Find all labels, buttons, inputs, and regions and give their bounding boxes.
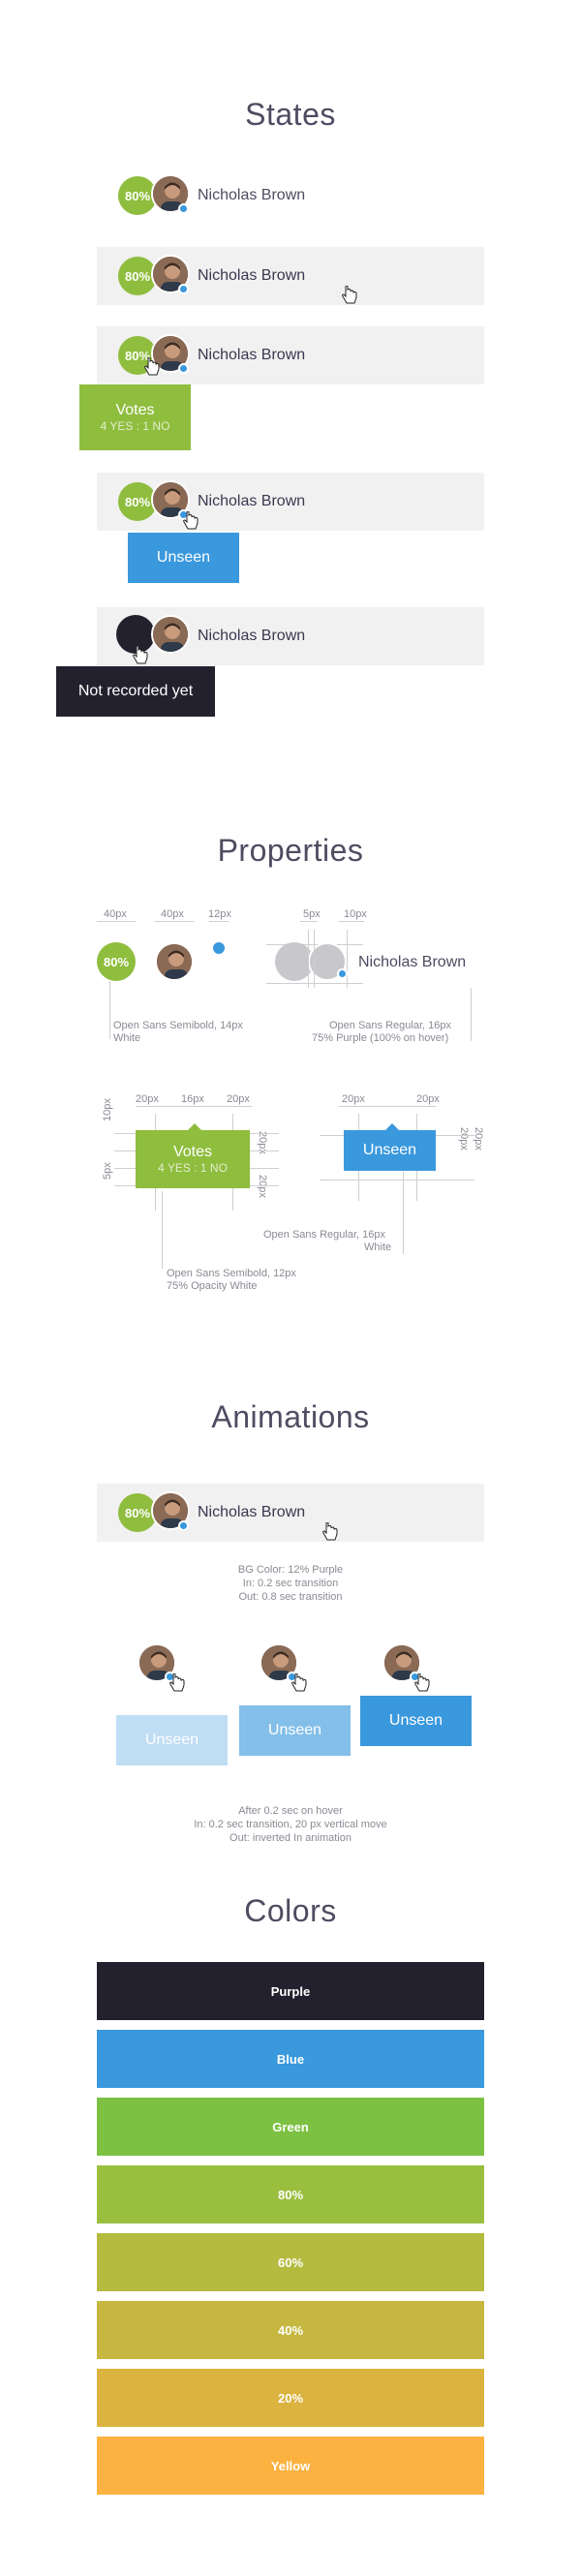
state-hover-row[interactable]: 80% Nicholas Brown: [97, 247, 484, 305]
dim-label: 10px: [344, 908, 367, 920]
unseen-font-note-2: White: [364, 1242, 392, 1253]
hand-cursor-icon: [291, 1673, 307, 1692]
votes-tooltip-title: Votes: [115, 402, 155, 418]
color-swatch-blue: Blue: [97, 2030, 484, 2088]
votes-tooltip: Votes 4 YES : 1 NO: [79, 384, 191, 450]
animations-heading: Animations: [211, 1399, 370, 1434]
unseen-tooltip-spec: Unseen: [344, 1130, 436, 1171]
status-dot-spec: [213, 942, 225, 954]
votes-tooltip-detail: 4 YES : 1 NO: [158, 1161, 228, 1175]
color-swatch-purple: Purple: [97, 1962, 484, 2020]
animation-note: In: 0.2 sec transition, 20 px vertical m…: [194, 1819, 387, 1830]
status-dot: [178, 1520, 189, 1531]
hand-cursor-icon: [322, 1522, 338, 1541]
dim-label: 40px: [104, 908, 127, 920]
state-unseen-row[interactable]: 80% Nicholas Brown: [97, 473, 484, 531]
pct-font-note: Open Sans Semibold, 14px: [113, 1020, 243, 1031]
animation-note: BG Color: 12% Purple: [237, 1564, 344, 1576]
user-name: Nicholas Brown: [198, 187, 306, 203]
dim-label: 16px: [181, 1093, 204, 1105]
hand-cursor-icon: [133, 646, 148, 664]
unseen-tooltip-label: Unseen: [144, 1732, 199, 1748]
pct-font-note-2: White: [113, 1032, 141, 1044]
votes-tooltip-detail: 4 YES : 1 NO: [100, 419, 170, 433]
tip-font-note-2: 75% Opacity White: [167, 1280, 258, 1292]
unseen-tooltip: Unseen: [128, 533, 239, 583]
dim-label: 10px: [102, 1098, 113, 1121]
user-name: Nicholas Brown: [198, 493, 306, 509]
animation-note: Out: 0.8 sec transition: [238, 1591, 343, 1603]
hand-cursor-icon: [144, 357, 160, 376]
tip-font-note: Open Sans Semibold, 12px: [167, 1268, 296, 1279]
user-name: Nicholas Brown: [198, 628, 306, 644]
dim-label: 20px: [342, 1093, 365, 1105]
unseen-tooltip-label: Unseen: [388, 1712, 443, 1729]
votes-tooltip-spec: Votes 4 YES : 1 NO: [136, 1130, 250, 1188]
hand-cursor-icon: [342, 286, 357, 304]
unseen-tooltip-frame-2: Unseen: [239, 1705, 351, 1756]
properties-heading: Properties: [217, 833, 364, 868]
animation-row[interactable]: 80% Nicholas Brown: [97, 1484, 484, 1542]
dim-label: 20px: [416, 1093, 440, 1105]
color-swatch-green: Green: [97, 2098, 484, 2156]
dim-label: 40px: [161, 908, 184, 920]
unseen-tooltip-label: Unseen: [156, 549, 211, 566]
color-swatch-60: 60%: [97, 2233, 484, 2291]
dim-label: 12px: [208, 908, 231, 920]
percent-badge-spec: 80%: [97, 942, 136, 981]
not-recorded-tooltip: Not recorded yet: [56, 666, 215, 717]
avatar: [151, 615, 190, 654]
dim-label: 20px: [227, 1093, 250, 1105]
dim-label: 20px: [136, 1093, 159, 1105]
color-swatch-20: 20%: [97, 2369, 484, 2427]
status-dot: [178, 363, 189, 374]
animation-note: Out: inverted In animation: [229, 1832, 352, 1844]
status-dot: [178, 203, 189, 214]
colors-heading: Colors: [244, 1893, 337, 1928]
dim-label: 5px: [102, 1162, 113, 1180]
unseen-tooltip-frame-1: Unseen: [116, 1715, 228, 1765]
dim-label: 20px: [458, 1127, 470, 1150]
user-name: Nicholas Brown: [198, 347, 306, 363]
dim-label: 20px: [473, 1127, 484, 1150]
avatar-spec: [155, 942, 194, 981]
unseen-tooltip-frame-3: Unseen: [360, 1696, 472, 1746]
state-votes-row[interactable]: 80% Nicholas Brown: [97, 326, 484, 384]
hand-cursor-icon: [169, 1673, 185, 1692]
unseen-tooltip-label: Unseen: [362, 1142, 417, 1158]
color-swatch-40: 40%: [97, 2301, 484, 2359]
hand-cursor-icon: [414, 1673, 430, 1692]
name-font-note-2: 75% Purple (100% on hover): [312, 1032, 449, 1044]
status-dot-spec: [337, 968, 348, 979]
not-recorded-tooltip-label: Not recorded yet: [77, 683, 194, 699]
animation-note: In: 0.2 sec transition: [242, 1578, 339, 1589]
votes-tooltip-title: Votes: [172, 1144, 213, 1160]
unseen-tooltip-label: Unseen: [267, 1722, 322, 1738]
status-dot: [178, 284, 189, 294]
dim-label: 5px: [303, 908, 321, 920]
color-swatch-yellow: Yellow: [97, 2437, 484, 2495]
user-name-spec: Nicholas Brown: [358, 954, 467, 970]
user-name: Nicholas Brown: [198, 267, 306, 284]
name-font-note: Open Sans Regular, 16px: [329, 1020, 451, 1031]
states-heading: States: [245, 97, 336, 132]
user-name: Nicholas Brown: [198, 1504, 306, 1520]
state-default-row[interactable]: 80% Nicholas Brown: [97, 167, 484, 225]
hand-cursor-icon: [183, 511, 199, 530]
animation-note: After 0.2 sec on hover: [238, 1805, 343, 1817]
state-not-recorded-row[interactable]: Nicholas Brown: [97, 607, 484, 665]
color-swatch-80: 80%: [97, 2165, 484, 2223]
unseen-font-note: Open Sans Regular, 16px: [263, 1229, 385, 1241]
